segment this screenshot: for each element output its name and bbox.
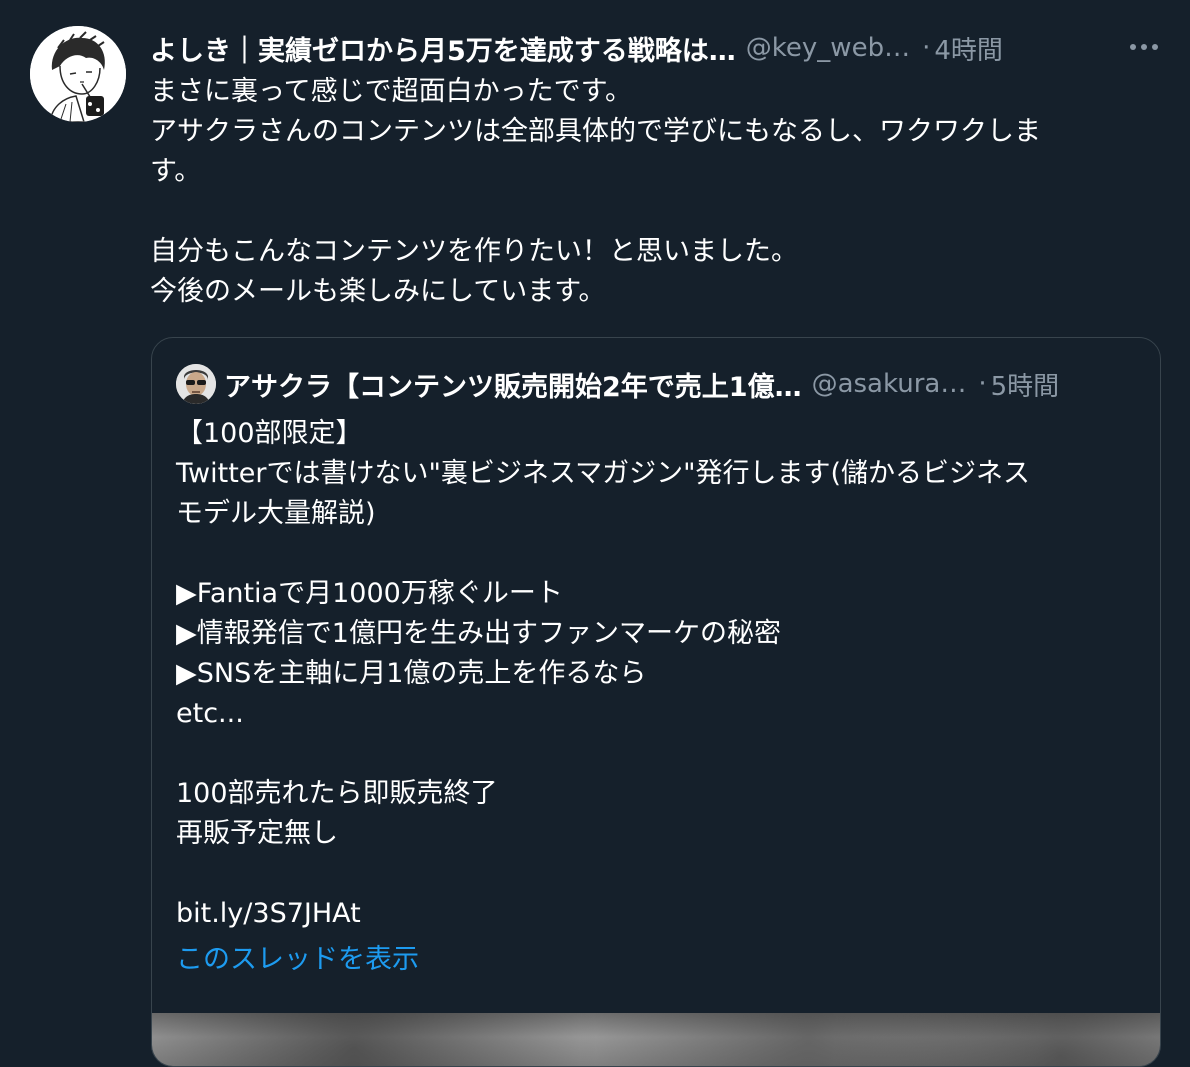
separator-dot: · bbox=[922, 33, 931, 63]
more-horizontal-icon[interactable] bbox=[1124, 30, 1164, 64]
quoted-author-name[interactable]: アサクラ【コンテンツ販売開始2年で売上1億… bbox=[224, 365, 802, 404]
quoted-avatar-photo-icon bbox=[176, 364, 216, 404]
quoted-tweet-header: アサクラ【コンテンツ販売開始2年で売上1億… @asakura… · 5時間 bbox=[176, 364, 1136, 404]
quoted-separator-dot: · bbox=[978, 369, 987, 399]
quoted-tweet-timestamp[interactable]: 5時間 bbox=[991, 366, 1060, 403]
tweet-text: まさに裏って感じで超面白かったです。 アサクラさんのコンテンツは全部具体的で学び… bbox=[150, 76, 1041, 307]
show-thread-link[interactable]: このスレッドを表示 bbox=[176, 940, 419, 980]
tweet-timestamp[interactable]: 4時間 bbox=[934, 30, 1003, 67]
quoted-author-avatar[interactable] bbox=[176, 364, 216, 404]
quoted-author-handle[interactable]: @asakura… bbox=[812, 369, 967, 399]
quoted-tweet[interactable]: アサクラ【コンテンツ販売開始2年で売上1億… @asakura… · 5時間 【… bbox=[151, 337, 1161, 1067]
avatar-illustration-icon bbox=[30, 26, 126, 122]
author-name[interactable]: よしき｜実績ゼロから月5万を達成する戦略は… bbox=[150, 29, 736, 68]
quoted-tweet-media[interactable] bbox=[152, 1013, 1160, 1066]
tweet[interactable]: よしき｜実績ゼロから月5万を達成する戦略は… @key_web… · 4時間 ま… bbox=[0, 0, 1190, 1067]
author-handle[interactable]: @key_web… bbox=[746, 33, 910, 63]
quoted-tweet-text: 【100部限定】 Twitterでは書けない"裏ビジネスマガジン"発行します(儲… bbox=[176, 418, 1031, 929]
tweet-header: よしき｜実績ゼロから月5万を達成する戦略は… @key_web… · 4時間 bbox=[150, 28, 1160, 68]
author-avatar[interactable] bbox=[30, 26, 126, 122]
